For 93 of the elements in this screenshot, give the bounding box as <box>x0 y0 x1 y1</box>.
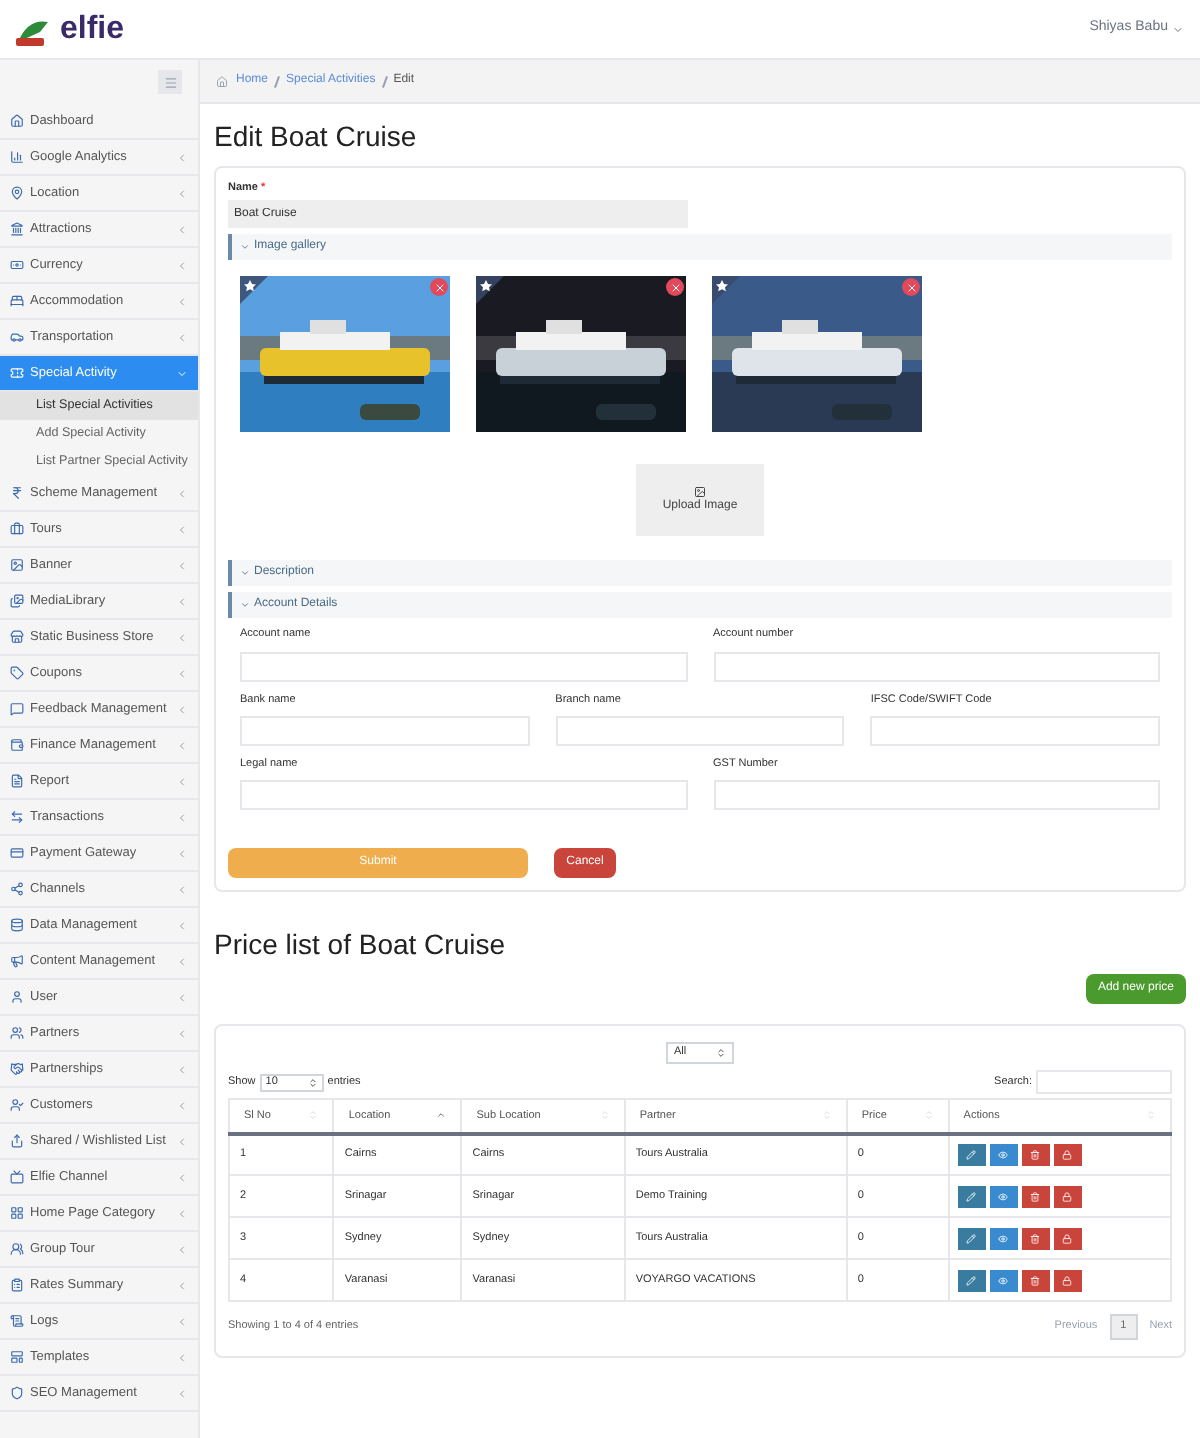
text-field[interactable] <box>713 780 1160 810</box>
chevron-icon <box>240 242 250 253</box>
text-field[interactable] <box>713 651 1160 681</box>
user-check-icon <box>10 1098 24 1112</box>
view-button[interactable] <box>989 1143 1018 1166</box>
text-field[interactable] <box>240 651 687 681</box>
eye-icon <box>998 1149 1009 1160</box>
logo-text[interactable]: elfie <box>60 5 125 53</box>
landmark-icon <box>10 222 24 236</box>
eye-icon <box>998 1191 1009 1201</box>
map-pin-icon <box>10 186 24 200</box>
close-icon <box>905 281 917 294</box>
lock-icon <box>1062 1233 1073 1243</box>
lock-button[interactable] <box>1053 1143 1082 1166</box>
grid-icon <box>10 1206 24 1220</box>
lock-icon <box>1062 1149 1073 1160</box>
rupee-icon <box>10 486 24 500</box>
car-icon <box>10 330 24 344</box>
lock-button[interactable] <box>1053 1185 1082 1207</box>
lock-icon <box>1062 1191 1073 1201</box>
star-corner-icon[interactable] <box>240 276 268 305</box>
view-button[interactable] <box>989 1227 1018 1249</box>
lock-icon <box>1062 1275 1073 1285</box>
trash-icon <box>1030 1191 1041 1201</box>
bar-chart-icon <box>10 150 24 164</box>
close-icon <box>433 281 445 294</box>
edit-icon <box>966 1233 977 1243</box>
lock-button[interactable] <box>1053 1269 1082 1291</box>
text-field[interactable] <box>870 715 1161 746</box>
ticket-icon <box>10 366 24 380</box>
group-icon <box>10 1242 24 1256</box>
caret-icon <box>1172 23 1184 35</box>
share-icon <box>10 1134 24 1148</box>
text-field[interactable] <box>555 715 845 746</box>
search-field[interactable] <box>1036 1070 1172 1094</box>
trash-icon <box>1030 1275 1041 1285</box>
images-icon <box>10 594 24 608</box>
user-icon <box>10 990 24 1004</box>
shield-icon <box>10 1386 24 1400</box>
text-field[interactable] <box>240 715 530 746</box>
delete-button[interactable] <box>1021 1185 1050 1207</box>
edit-button[interactable] <box>957 1143 986 1166</box>
briefcase-icon <box>10 522 24 536</box>
tag-icon <box>10 666 24 680</box>
view-button[interactable] <box>989 1269 1018 1291</box>
delete-button[interactable] <box>1021 1269 1050 1291</box>
menu-icon <box>163 75 177 89</box>
home-icon <box>216 75 228 87</box>
edit-icon <box>966 1275 977 1285</box>
edit-button[interactable] <box>957 1227 986 1249</box>
document-icon <box>10 774 24 788</box>
tv-icon <box>10 1170 24 1184</box>
edit-icon <box>966 1191 977 1201</box>
edit-button[interactable] <box>957 1185 986 1207</box>
eye-icon <box>998 1275 1009 1285</box>
image-icon <box>694 485 706 498</box>
edit-button[interactable] <box>957 1269 986 1291</box>
store-icon <box>10 630 24 644</box>
home-icon <box>10 114 24 128</box>
users-icon <box>10 1026 24 1040</box>
trash-icon <box>1030 1149 1041 1160</box>
database-icon <box>10 918 24 932</box>
section-title: Price list of Boat Cruise <box>214 926 507 964</box>
lock-button[interactable] <box>1053 1227 1082 1249</box>
trash-icon <box>1030 1233 1041 1243</box>
bed-icon <box>10 294 24 308</box>
delete-button[interactable] <box>1021 1143 1050 1166</box>
star-corner-icon[interactable] <box>712 276 740 305</box>
view-button[interactable] <box>989 1185 1018 1207</box>
image-icon <box>10 558 24 572</box>
handshake-icon <box>10 1062 24 1076</box>
edit-icon <box>966 1149 977 1160</box>
chevron-icon <box>240 600 250 611</box>
eye-icon <box>998 1233 1009 1243</box>
close-icon <box>669 281 681 294</box>
select-arrows-icon <box>307 1077 318 1087</box>
arrows-icon <box>10 810 24 824</box>
chevron-icon <box>240 568 250 579</box>
megaphone-icon <box>10 954 24 968</box>
page-title: Edit Boat Cruise <box>214 118 419 156</box>
chat-icon <box>10 702 24 716</box>
scroll-icon <box>10 1314 24 1328</box>
template-icon <box>10 1350 24 1364</box>
card-icon <box>10 846 24 860</box>
select-arrows-icon <box>716 1048 726 1058</box>
text-field[interactable] <box>240 780 687 810</box>
wallet-icon <box>10 738 24 752</box>
star-corner-icon[interactable] <box>476 276 504 305</box>
clipboard-icon <box>10 1278 24 1292</box>
menu-toggle-button[interactable] <box>158 70 182 94</box>
delete-button[interactable] <box>1021 1227 1050 1249</box>
banknote-icon <box>10 258 24 272</box>
nodes-icon <box>10 882 24 896</box>
